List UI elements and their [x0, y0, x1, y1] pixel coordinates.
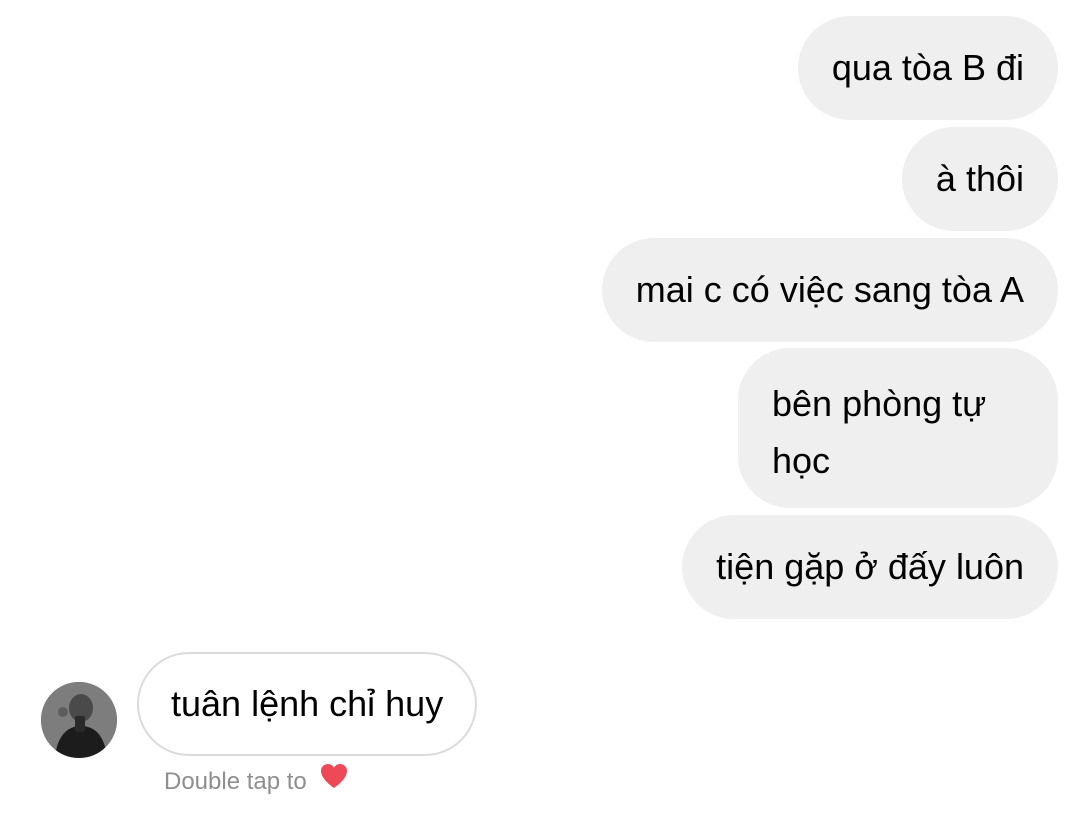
message-text: à thôi [935, 158, 1024, 199]
message-text: bên phòng tự học [772, 383, 987, 481]
outgoing-message-bubble[interactable]: tiện gặp ở đấy luôn [682, 515, 1058, 619]
outgoing-message-bubble[interactable]: à thôi [901, 127, 1058, 231]
message-text: qua tòa B đi [831, 47, 1024, 88]
outgoing-message-bubble[interactable]: qua tòa B đi [797, 16, 1058, 120]
heart-icon [319, 762, 349, 799]
hint-text: Double tap to [164, 768, 307, 795]
double-tap-hint: Double tap to [164, 764, 349, 799]
outgoing-message-bubble[interactable]: mai c có việc sang tòa A [601, 238, 1058, 342]
message-text: tuân lệnh chỉ huy [171, 683, 444, 724]
avatar-photo [41, 682, 117, 758]
outgoing-message-bubble[interactable]: bên phòng tự học [738, 348, 1058, 508]
message-text: mai c có việc sang tòa A [635, 269, 1024, 310]
message-text: tiện gặp ở đấy luôn [716, 546, 1024, 587]
user-avatar[interactable] [41, 682, 117, 758]
incoming-message-bubble[interactable]: tuân lệnh chỉ huy [137, 652, 478, 756]
